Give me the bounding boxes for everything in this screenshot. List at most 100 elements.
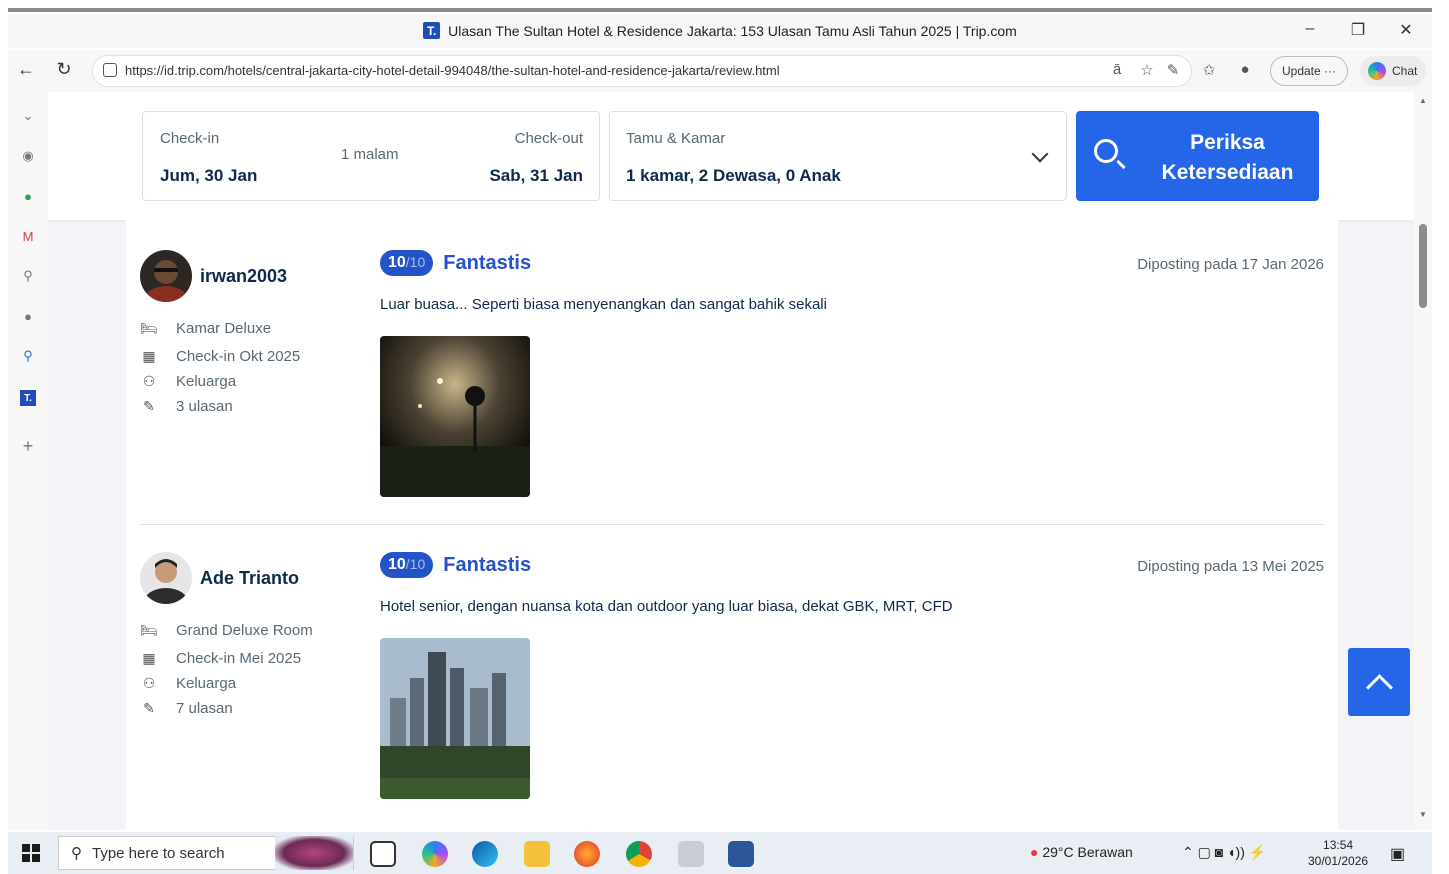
file-explorer-icon[interactable] <box>524 841 550 867</box>
address-bar-row: ← ↻ https://id.trip.com/hotels/central-j… <box>8 50 1432 92</box>
weather-icon: ● <box>1030 844 1039 860</box>
avatar[interactable] <box>140 552 192 604</box>
score-value: 10 <box>388 254 406 271</box>
score-value: 10 <box>388 556 406 573</box>
room-type-text: Grand Deluxe Room <box>176 622 313 639</box>
chrome-icon[interactable] <box>626 841 652 867</box>
url-text: https://id.trip.com/hotels/central-jakar… <box>125 63 780 78</box>
minimize-icon[interactable]: – <box>1298 20 1322 38</box>
room-type-text: Kamar Deluxe <box>176 320 272 337</box>
extension-icon[interactable]: ✎ <box>1162 61 1184 79</box>
word-icon[interactable] <box>728 841 754 867</box>
favorite-star-icon[interactable]: ☆ <box>1136 61 1158 79</box>
whatsapp-icon[interactable]: ● <box>20 188 36 204</box>
firefox-icon[interactable] <box>574 841 600 867</box>
stay-date: ▦ Check-in Okt 2025 <box>140 348 300 365</box>
score-label: Fantastis <box>443 251 532 274</box>
profile-icon[interactable]: ● <box>1234 61 1256 78</box>
rating: 10/10 Fantastis <box>380 250 531 276</box>
back-icon[interactable]: ← <box>14 59 38 80</box>
task-view-icon[interactable] <box>370 841 396 867</box>
traveler-type: ⚇ Keluarga <box>140 675 236 692</box>
reviewer-name[interactable]: Ade Trianto <box>200 568 299 589</box>
review-count-text: 7 ulasan <box>176 700 233 717</box>
review-card: irwan2003 🛏 Kamar Deluxe ▦ Check-in Okt 20… <box>140 220 1324 520</box>
review-count-text: 3 ulasan <box>176 398 233 415</box>
bed-icon: 🛏 <box>140 622 158 638</box>
add-icon[interactable]: + <box>20 436 36 456</box>
clock-time: 13:54 <box>1323 838 1354 852</box>
date-picker[interactable]: Check-in Jum, 30 Jan 1 malam Check-out S… <box>142 111 600 201</box>
restore-icon[interactable]: ❐ <box>1346 20 1370 40</box>
url-field[interactable]: https://id.trip.com/hotels/central-jakar… <box>92 55 1192 87</box>
posted-date: Diposting pada 17 Jan 2026 <box>1137 256 1324 273</box>
gmail-icon[interactable]: M <box>20 228 36 244</box>
family-icon: ⚇ <box>142 675 156 691</box>
check-availability-button[interactable]: Periksa Ketersediaan <box>1076 111 1319 201</box>
update-button[interactable]: Update ··· <box>1270 56 1348 86</box>
favorites-icon[interactable]: ✩ <box>1198 61 1220 79</box>
sidebar-app-icon[interactable]: ◉ <box>20 148 36 164</box>
review-list: irwan2003 🛏 Kamar Deluxe ▦ Check-in Okt 20… <box>126 220 1338 830</box>
guests-rooms-selector[interactable]: Tamu & Kamar 1 kamar, 2 Dewasa, 0 Anak <box>609 111 1067 201</box>
browser-title-bar: T. Ulasan The Sultan Hotel & Residence J… <box>8 14 1432 48</box>
review-text: Luar buasa... Seperti biasa menyenangkan… <box>380 296 827 313</box>
chat-label: Chat <box>1392 64 1418 78</box>
taskbar-clock[interactable]: 13:54 30/01/2026 <box>1308 837 1368 869</box>
weather-text: 29°C Berawan <box>1042 844 1133 860</box>
windows-start-icon[interactable] <box>22 844 40 862</box>
edit-icon: ✎ <box>143 398 155 414</box>
guests-label: Tamu & Kamar <box>626 130 726 147</box>
search-icon[interactable]: ⚲ <box>20 268 36 284</box>
score-badge: 10/10 <box>380 552 434 578</box>
notification-icon[interactable]: ▣ <box>1390 844 1405 864</box>
review-photo[interactable] <box>380 336 530 497</box>
copilot-chat-button[interactable]: Chat <box>1360 56 1426 86</box>
posted-date: Diposting pada 13 Mei 2025 <box>1137 558 1324 575</box>
chevron-down-icon[interactable]: ⌄ <box>20 108 36 124</box>
stay-date-text: Check-in Mei 2025 <box>176 650 302 667</box>
page-content: Check-in Jum, 30 Jan 1 malam Check-out S… <box>48 92 1414 830</box>
traveler-type: ⚇ Keluarga <box>140 373 236 390</box>
weather-widget[interactable]: ● 29°C Berawan <box>1030 844 1133 860</box>
family-icon: ⚇ <box>142 373 156 389</box>
system-tray-icons[interactable]: ⌃ ▢ ◙ ◖)) ⚡ <box>1182 844 1266 861</box>
availability-search-bar: Check-in Jum, 30 Jan 1 malam Check-out S… <box>48 92 1414 220</box>
window-border <box>8 8 1432 12</box>
screen: T. Ulasan The Sultan Hotel & Residence J… <box>0 0 1449 874</box>
calendar-icon: ▦ <box>142 650 156 666</box>
taskbar-search[interactable]: ⚲ Type here to search <box>58 836 354 870</box>
trip-sidebar-icon[interactable]: T. <box>20 390 36 406</box>
checkin-label: Check-in <box>160 130 220 147</box>
scrollbar-thumb[interactable] <box>1419 224 1427 308</box>
refresh-icon[interactable]: ↻ <box>52 59 76 80</box>
app-icon[interactable] <box>678 841 704 867</box>
room-type: 🛏 Kamar Deluxe <box>140 320 271 337</box>
search-highlight-image <box>275 836 353 870</box>
scroll-up-icon[interactable]: ▲ <box>1419 96 1427 105</box>
review-count: ✎ 3 ulasan <box>140 398 233 415</box>
rating: 10/10 Fantastis <box>380 552 531 578</box>
traveler-type-text: Keluarga <box>176 373 237 390</box>
guests-value: 1 kamar, 2 Dewasa, 0 Anak <box>626 166 841 185</box>
translate-icon[interactable]: ā <box>1106 61 1128 78</box>
page-scrollbar[interactable]: ▲ ▼ <box>1414 92 1432 830</box>
back-to-top-button[interactable] <box>1348 648 1410 716</box>
window-title: Ulasan The Sultan Hotel & Residence Jaka… <box>448 22 1017 39</box>
reviewer-name[interactable]: irwan2003 <box>200 266 287 287</box>
score-denominator: /10 <box>405 556 426 572</box>
avatar[interactable] <box>140 250 192 302</box>
clock-date: 30/01/2026 <box>1308 854 1369 868</box>
site-info-icon[interactable] <box>103 63 117 77</box>
copilot-icon <box>1368 62 1386 80</box>
edit-icon: ✎ <box>143 700 155 716</box>
copilot-taskbar-icon[interactable] <box>422 841 448 867</box>
close-icon[interactable]: ✕ <box>1394 20 1418 40</box>
bing-search-icon[interactable]: ⚲ <box>20 348 36 364</box>
trip-favicon-icon: T. <box>423 22 441 39</box>
sidebar-app-icon[interactable]: ● <box>20 308 36 324</box>
edge-icon[interactable] <box>472 841 498 867</box>
scroll-down-icon[interactable]: ▼ <box>1419 810 1427 819</box>
update-label: Update <box>1281 64 1321 78</box>
review-photo[interactable] <box>380 638 530 799</box>
